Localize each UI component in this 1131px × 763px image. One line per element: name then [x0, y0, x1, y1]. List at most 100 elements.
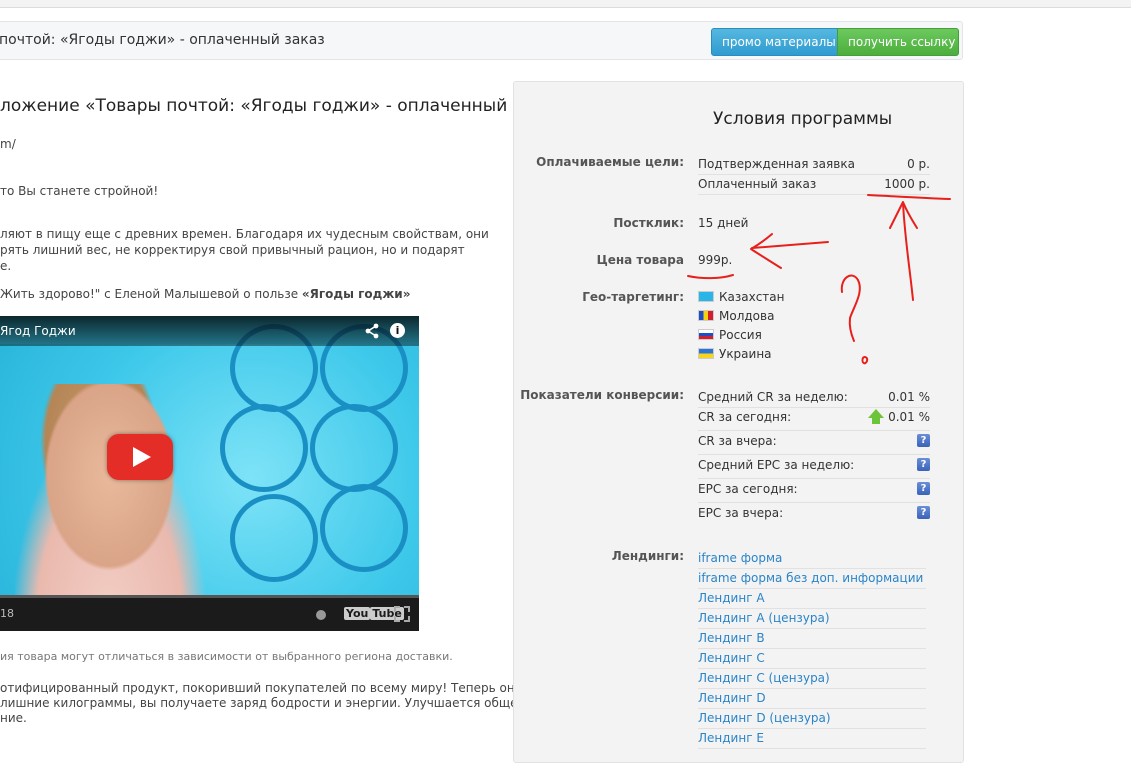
video-caption: Жить здорово!" с Еленой Малышевой о поль…: [0, 286, 410, 302]
goal-value: 1000 р.: [884, 177, 930, 191]
conversion-row: CR за сегодня: 0.01 %: [698, 407, 930, 431]
landing-link[interactable]: iframe форма: [698, 551, 782, 565]
promo-materials-button[interactable]: промо материалы: [711, 28, 839, 56]
geo-country: Россия: [719, 328, 762, 342]
background-ring: [310, 404, 398, 492]
landing-link[interactable]: Лендинг A: [698, 591, 765, 605]
help-icon[interactable]: ?: [917, 434, 930, 447]
landing-item: Лендинг A (цензура): [698, 608, 926, 629]
video-title[interactable]: Ягод Годжи: [0, 324, 76, 338]
geo-item: Молдова: [698, 309, 774, 323]
offer-url[interactable]: m/: [0, 136, 16, 152]
conversion-row: Средний CR за неделю: 0.01 %: [698, 387, 930, 408]
landing-link[interactable]: Лендинг D (цензура): [698, 711, 831, 725]
landing-item: iframe форма без доп. информации: [698, 568, 926, 589]
background-ring: [230, 494, 318, 582]
goal-name: Оплаченный заказ: [698, 177, 817, 191]
landing-item: Лендинг A: [698, 588, 926, 609]
landing-link[interactable]: Лендинг B: [698, 631, 765, 645]
postclick-label: Постклик:: [613, 216, 684, 230]
offer-heading: ложение «Товары почтой: «Ягоды годжи» - …: [0, 96, 508, 116]
landing-item: Лендинг C (цензура): [698, 668, 926, 689]
info-icon[interactable]: i: [390, 323, 405, 338]
geo-item: Россия: [698, 328, 762, 342]
landing-link[interactable]: iframe форма без доп. информации: [698, 571, 923, 585]
youtube-logo-you: You: [344, 607, 371, 620]
metric-value: 0.01 %: [888, 410, 930, 424]
conversion-label: Показатели конверсии:: [520, 388, 684, 402]
background-ring: [220, 404, 308, 492]
conversion-row: Средний EPC за неделю: ?: [698, 455, 930, 479]
landing-item: Лендинг B: [698, 628, 926, 649]
geo-country: Молдова: [719, 309, 775, 323]
help-icon[interactable]: ?: [917, 458, 930, 471]
landing-item: Лендинг E: [698, 728, 926, 749]
description-paragraph-line: е.: [0, 259, 12, 273]
price-label: Цена товара: [596, 253, 684, 267]
background-ring: [320, 484, 408, 572]
video-presenter-image: [15, 384, 225, 631]
video-caption-text: Жить здорово!" с Еленой Малышевой о поль…: [0, 287, 302, 301]
watch-later-icon[interactable]: [316, 610, 326, 620]
landing-link[interactable]: Лендинг A (цензура): [698, 611, 830, 625]
metric-name: Средний EPC за неделю:: [698, 458, 855, 472]
landings-label: Лендинги:: [611, 549, 684, 563]
metric-name: CR за сегодня:: [698, 410, 792, 424]
geo-country: Казахстан: [719, 290, 785, 304]
paid-goals-label: Оплачиваемые цели:: [536, 155, 684, 169]
conversion-row: EPC за сегодня: ?: [698, 479, 930, 503]
video-caption-bold: «Ягоды годжи»: [301, 287, 411, 301]
landing-link[interactable]: Лендинг C: [698, 651, 765, 665]
panel-title: Условия программы: [713, 109, 893, 129]
offer-description: ложение «Товары почтой: «Ягоды годжи» - …: [0, 0, 525, 744]
video-title-bar: Ягод Годжи i: [0, 316, 419, 346]
help-icon[interactable]: ?: [917, 482, 930, 495]
metric-name: CR за вчера:: [698, 434, 777, 448]
up-arrow-icon: [868, 409, 884, 424]
geo-targeting-label: Гео-таргетинг:: [582, 290, 684, 304]
ukraine-flag-icon: [698, 348, 714, 359]
description-line: то Вы станете стройной!: [0, 184, 159, 198]
metric-value: 0.01 %: [888, 390, 930, 404]
landing-item: iframe форма: [698, 548, 926, 569]
landing-link[interactable]: Лендинг D: [698, 691, 766, 705]
share-icon[interactable]: [364, 323, 380, 339]
postclick-value: 15 дней: [698, 216, 749, 230]
region-note: ия товара могут отличаться в зависимости…: [0, 650, 453, 663]
metric-name: Средний CR за неделю:: [698, 390, 848, 404]
get-link-button[interactable]: получить ссылку: [837, 28, 959, 56]
program-conditions-panel: Условия программы Оплачиваемые цели: Под…: [513, 81, 964, 763]
goal-value: 0 р.: [907, 157, 930, 171]
video-progress-bar[interactable]: [0, 595, 419, 598]
fullscreen-icon[interactable]: [394, 606, 410, 622]
goal-row: Оплаченный заказ 1000 р.: [698, 174, 930, 195]
landing-item: Лендинг C: [698, 648, 926, 669]
youtube-video-player[interactable]: Ягод Годжи i: [0, 316, 419, 631]
description-paragraph-line: лишние килограммы, вы получаете заряд бо…: [0, 696, 525, 710]
goal-row: Подтвержденная заявка 0 р.: [698, 154, 930, 175]
metric-name: EPC за сегодня:: [698, 482, 798, 496]
moldova-flag-icon: [698, 310, 714, 321]
description-paragraph-line: рять лишний вес, не корректируя свой при…: [0, 243, 465, 257]
help-icon[interactable]: ?: [917, 506, 930, 519]
conversion-row: CR за вчера: ?: [698, 431, 930, 455]
description-paragraph-line: ние.: [0, 711, 27, 725]
conversion-row: EPC за вчера: ?: [698, 503, 930, 526]
video-frame: [0, 324, 419, 631]
landing-item: Лендинг D: [698, 688, 926, 709]
goal-name: Подтвержденная заявка: [698, 157, 855, 171]
metric-name: EPC за вчера:: [698, 506, 784, 520]
geo-item: Казахстан: [698, 290, 785, 304]
landing-link[interactable]: Лендинг E: [698, 731, 764, 745]
play-button[interactable]: [107, 434, 173, 480]
landing-item: Лендинг D (цензура): [698, 708, 926, 729]
video-controls: 18 You Tube: [0, 595, 419, 631]
price-value: 999р.: [698, 253, 733, 267]
video-time: 18: [0, 607, 14, 620]
russia-flag-icon: [698, 329, 714, 340]
kazakhstan-flag-icon: [698, 291, 714, 302]
geo-item: Украина: [698, 347, 772, 361]
landing-link[interactable]: Лендинг C (цензура): [698, 671, 830, 685]
geo-country: Украина: [719, 347, 772, 361]
description-paragraph-line: отифицированный продукт, покоривший поку…: [0, 681, 515, 695]
